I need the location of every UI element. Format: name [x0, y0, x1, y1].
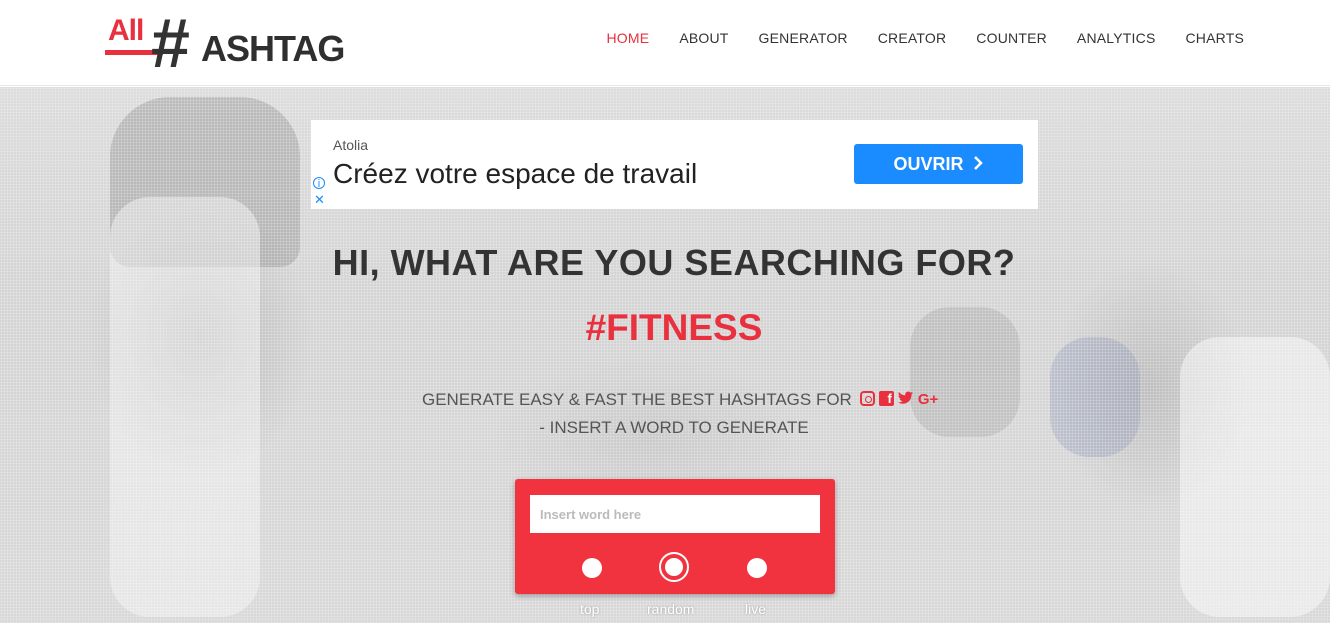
nav-about[interactable]: ABOUT [679, 30, 728, 46]
google-plus-icon: G+ [917, 391, 939, 408]
logo-hash: # [151, 4, 190, 82]
mode-label-top[interactable]: top [580, 601, 599, 617]
facebook-icon: f [878, 391, 894, 406]
chevron-right-icon [972, 154, 984, 175]
hero-title: HI, WHAT ARE YOU SEARCHING FOR? [332, 242, 1016, 283]
mode-radio-random[interactable] [659, 552, 689, 582]
ad-banner[interactable]: Atolia Créez votre espace de travail OUV… [311, 120, 1038, 209]
search-input[interactable] [530, 495, 820, 533]
mode-label-random[interactable]: random [647, 601, 694, 617]
close-icon[interactable]: ✕ [314, 192, 325, 208]
logo[interactable]: All # ASHTAG [105, 8, 350, 78]
ad-brand: Atolia [333, 137, 369, 153]
instagram-icon [859, 391, 875, 406]
info-icon[interactable]: i [313, 177, 325, 190]
ad-headline[interactable]: Créez votre espace de travail [333, 158, 697, 190]
hero-subtitle-line1-wrap: GENERATE EASY & FAST THE BEST HASHTAGS F… [422, 390, 938, 410]
main-nav: HOME ABOUT GENERATOR CREATOR COUNTER ANA… [577, 30, 1245, 46]
site-header: All # ASHTAG HOME ABOUT GENERATOR CREATO… [0, 0, 1330, 86]
nav-generator[interactable]: GENERATOR [759, 30, 848, 46]
logo-word: ASHTAG [201, 28, 345, 69]
hero-subtitle-line2: - INSERT A WORD TO GENERATE [539, 418, 809, 437]
mode-label-live[interactable]: live [745, 601, 766, 617]
nav-counter[interactable]: COUNTER [976, 30, 1047, 46]
twitter-icon [897, 391, 914, 409]
nav-home[interactable]: HOME [607, 30, 650, 46]
ad-open-button[interactable]: OUVRIR [854, 144, 1023, 184]
search-box [515, 479, 835, 594]
nav-analytics[interactable]: ANALYTICS [1077, 30, 1156, 46]
hero-subtitle-line1: GENERATE EASY & FAST THE BEST HASHTAGS F… [422, 390, 852, 409]
nav-creator[interactable]: CREATOR [878, 30, 947, 46]
ad-open-label: OUVRIR [893, 153, 964, 174]
hero-section: Atolia Créez votre espace de travail OUV… [0, 87, 1330, 623]
nav-charts[interactable]: CHARTS [1185, 30, 1244, 46]
mode-radio-live[interactable] [747, 558, 767, 578]
logo-all-text: All [108, 14, 144, 47]
mode-radio-top[interactable] [582, 558, 602, 578]
social-icons: f G+ [859, 391, 939, 409]
hero-hashtag: #FITNESS [585, 307, 763, 348]
